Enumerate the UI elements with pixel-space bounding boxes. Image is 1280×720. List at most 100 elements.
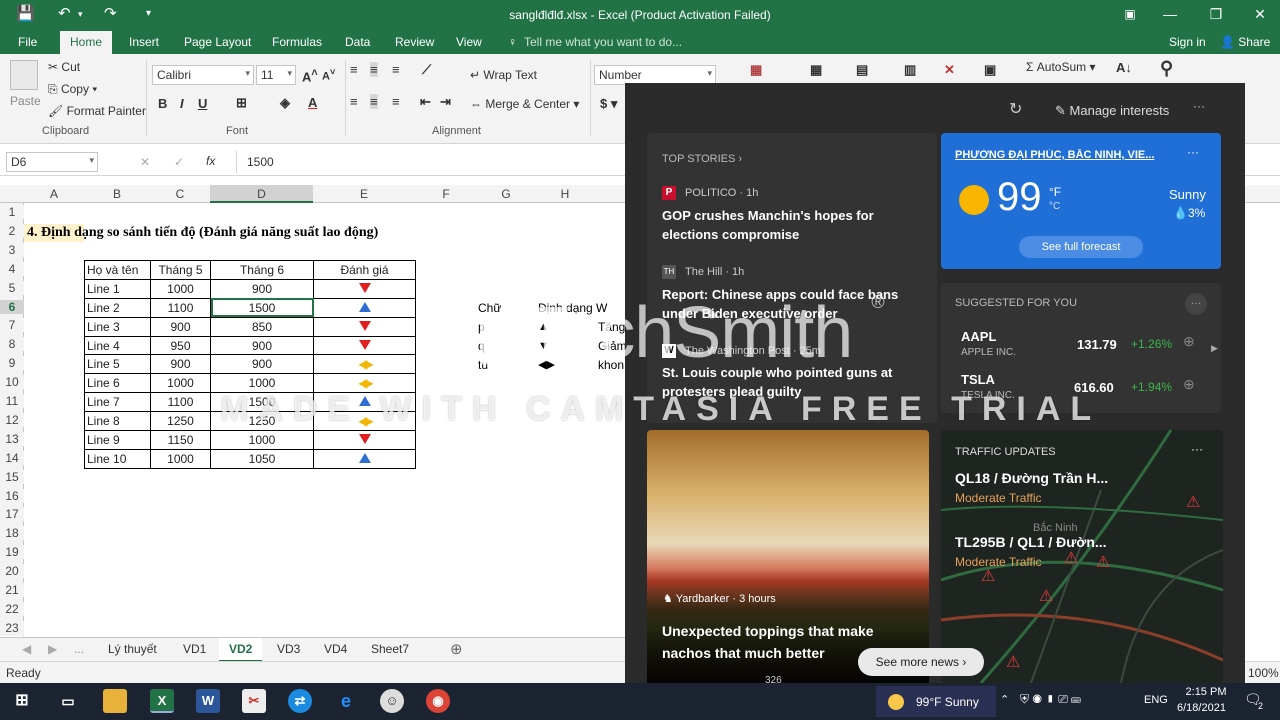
weather-widget[interactable]: 99°F Sunny xyxy=(876,686,996,717)
cancel-icon[interactable]: ✕ xyxy=(140,155,150,169)
row-header[interactable]: 1 xyxy=(0,205,24,219)
more-sheets-icon[interactable]: ... xyxy=(74,642,84,656)
table-cell[interactable]: 1000 xyxy=(150,448,211,469)
incident-icon[interactable]: ⚠ xyxy=(1064,548,1078,568)
table-cell[interactable]: 900 xyxy=(210,354,314,375)
table-cell[interactable]: 1000 xyxy=(150,278,211,299)
weather-location[interactable]: PHƯỜNG ĐẠI PHÚC, BẮC NINH, VIE... xyxy=(955,149,1175,161)
table-cell[interactable]: Line 9 xyxy=(84,430,151,450)
autosum-button[interactable]: Σ AutoSum ▾ xyxy=(1026,60,1095,74)
rating-cell[interactable] xyxy=(313,297,416,318)
table-cell[interactable]: Line 1 xyxy=(84,278,151,299)
row-header[interactable]: 8 xyxy=(0,337,24,352)
prev-sheet-icon[interactable]: ◀ xyxy=(22,642,31,656)
row-header[interactable]: 23 xyxy=(0,620,24,635)
table-cell[interactable]: Line 3 xyxy=(84,316,151,337)
traffic-card[interactable]: TRAFFIC UPDATES ··· QL18 / Đường Trần H.… xyxy=(941,430,1223,683)
tray-chevron-icon[interactable]: ⌃ xyxy=(1000,693,1009,706)
row-header[interactable]: 21 xyxy=(0,583,24,597)
incident-icon[interactable]: ⚠ xyxy=(1006,652,1020,672)
traffic-more-icon[interactable]: ··· xyxy=(1191,442,1203,456)
clock-date[interactable]: 6/18/2021 xyxy=(1177,702,1226,714)
tell-me-box[interactable]: Tell me what you want to do... xyxy=(524,35,682,49)
stock-symbol[interactable]: AAPL xyxy=(961,329,996,344)
insert-cells-icon[interactable]: ▥ xyxy=(904,62,916,78)
font-size-combo[interactable]: 11 xyxy=(256,65,296,85)
feature-story-card[interactable]: ♞ Yardbarker · 3 hours Unexpected toppin… xyxy=(647,430,929,686)
name-box[interactable]: D6 xyxy=(6,152,98,172)
paste-button[interactable]: Paste xyxy=(10,94,41,108)
row-header[interactable]: 10 xyxy=(0,375,24,390)
add-sheet-icon[interactable]: ⊕ xyxy=(450,640,463,658)
row-header[interactable]: 19 xyxy=(0,545,24,560)
format-cells-icon[interactable]: ▣ xyxy=(984,62,996,78)
manage-interests-button[interactable]: ✎ Manage interests xyxy=(1055,103,1169,119)
row-header[interactable]: 20 xyxy=(0,564,24,579)
orientation-icon[interactable]: ⟋ xyxy=(422,62,431,78)
cell-styles-icon[interactable]: ▤ xyxy=(856,62,868,78)
row-header[interactable]: 9 xyxy=(0,356,24,371)
clock-time[interactable]: 2:15 PM xyxy=(1182,686,1230,698)
incident-icon[interactable]: ⚠ xyxy=(1039,586,1053,606)
chrome-icon[interactable]: ◉ xyxy=(426,689,450,713)
row-header[interactable]: 6 xyxy=(0,299,24,314)
table-cell[interactable]: 1250 xyxy=(150,411,211,432)
table-cell[interactable]: 900 xyxy=(150,316,211,337)
traffic-route[interactable]: TL295B / QL1 / Đườn... xyxy=(955,534,1107,550)
excel-icon[interactable]: X xyxy=(150,689,174,713)
tab-review[interactable]: Review xyxy=(395,35,434,49)
task-view-icon[interactable]: ▭ xyxy=(56,689,80,713)
tab-data[interactable]: Data xyxy=(345,35,370,49)
underline-button[interactable]: U xyxy=(198,96,207,111)
increase-indent-icon[interactable]: ⇥ xyxy=(440,94,451,110)
find-select-icon[interactable]: ⚲ xyxy=(1160,58,1173,79)
column-header[interactable]: B xyxy=(84,187,150,201)
weather-more-icon[interactable]: ··· xyxy=(1187,145,1199,159)
column-header[interactable]: E xyxy=(313,187,415,201)
tab-view[interactable]: View xyxy=(456,35,482,49)
ribbon-display-icon[interactable]: ▣ xyxy=(1110,4,1150,24)
suggested-more-icon[interactable]: ··· xyxy=(1185,293,1207,315)
align-top-icon[interactable]: ≡ xyxy=(350,62,358,77)
number-format-combo[interactable]: Number xyxy=(594,65,716,85)
tab-file[interactable]: File xyxy=(18,35,37,49)
column-header[interactable]: F xyxy=(415,187,477,201)
unit-f[interactable]: °F xyxy=(1049,185,1061,199)
align-middle-icon[interactable]: ≡ xyxy=(370,62,378,77)
maximize-button[interactable]: ❐ xyxy=(1196,4,1236,24)
table-cell[interactable]: Line 6 xyxy=(84,373,151,394)
add-stock-icon[interactable]: ⊕ xyxy=(1183,376,1195,393)
rating-cell[interactable] xyxy=(313,430,416,450)
rating-cell[interactable]: ◀▶ xyxy=(313,354,416,375)
grow-font-icon[interactable]: A˄ xyxy=(302,67,318,84)
column-header[interactable]: C xyxy=(150,187,210,201)
sheet-tab[interactable]: Sheet7 xyxy=(371,642,409,656)
rating-cell[interactable] xyxy=(313,278,416,299)
incident-icon[interactable]: ⚠ xyxy=(1096,552,1110,572)
row-header[interactable]: 15 xyxy=(0,469,24,484)
currency-icon[interactable]: $ ▾ xyxy=(600,96,617,112)
enter-icon[interactable]: ✓ xyxy=(174,155,184,169)
see-full-forecast-button[interactable]: See full forecast xyxy=(1019,236,1143,258)
table-cell[interactable]: 900 xyxy=(210,278,314,299)
table-header[interactable]: Tháng 5 xyxy=(150,260,211,280)
copy-button[interactable]: ⎘ Copy ▾ xyxy=(48,82,97,97)
align-center-icon[interactable]: ≡ xyxy=(370,94,378,109)
share-button[interactable]: 👤 Share xyxy=(1220,35,1270,49)
table-cell[interactable]: 1000 xyxy=(150,373,211,394)
sheet-tab-active[interactable]: VD2 xyxy=(219,638,263,662)
refresh-icon[interactable]: ↻ xyxy=(1009,99,1022,119)
borders-icon[interactable]: ⊞ xyxy=(236,95,247,111)
sheet-tab[interactable]: VD4 xyxy=(324,642,347,656)
fill-color-icon[interactable]: ◈ xyxy=(280,95,290,111)
see-more-news-button[interactable]: See more news › xyxy=(858,648,984,676)
language-indicator[interactable]: ENG xyxy=(1144,694,1168,706)
merge-center-button[interactable]: ⇔ Merge & Center ▾ xyxy=(470,97,579,111)
format-table-icon[interactable]: ▦ xyxy=(810,62,822,78)
table-header[interactable]: Tháng 6 xyxy=(210,260,314,280)
unit-c[interactable]: °C xyxy=(1049,201,1060,212)
more-options-icon[interactable]: ··· xyxy=(1193,99,1205,113)
table-cell[interactable]: Line 5 xyxy=(84,354,151,375)
row-header[interactable]: 14 xyxy=(0,450,24,465)
font-color-icon[interactable]: A xyxy=(308,95,317,110)
